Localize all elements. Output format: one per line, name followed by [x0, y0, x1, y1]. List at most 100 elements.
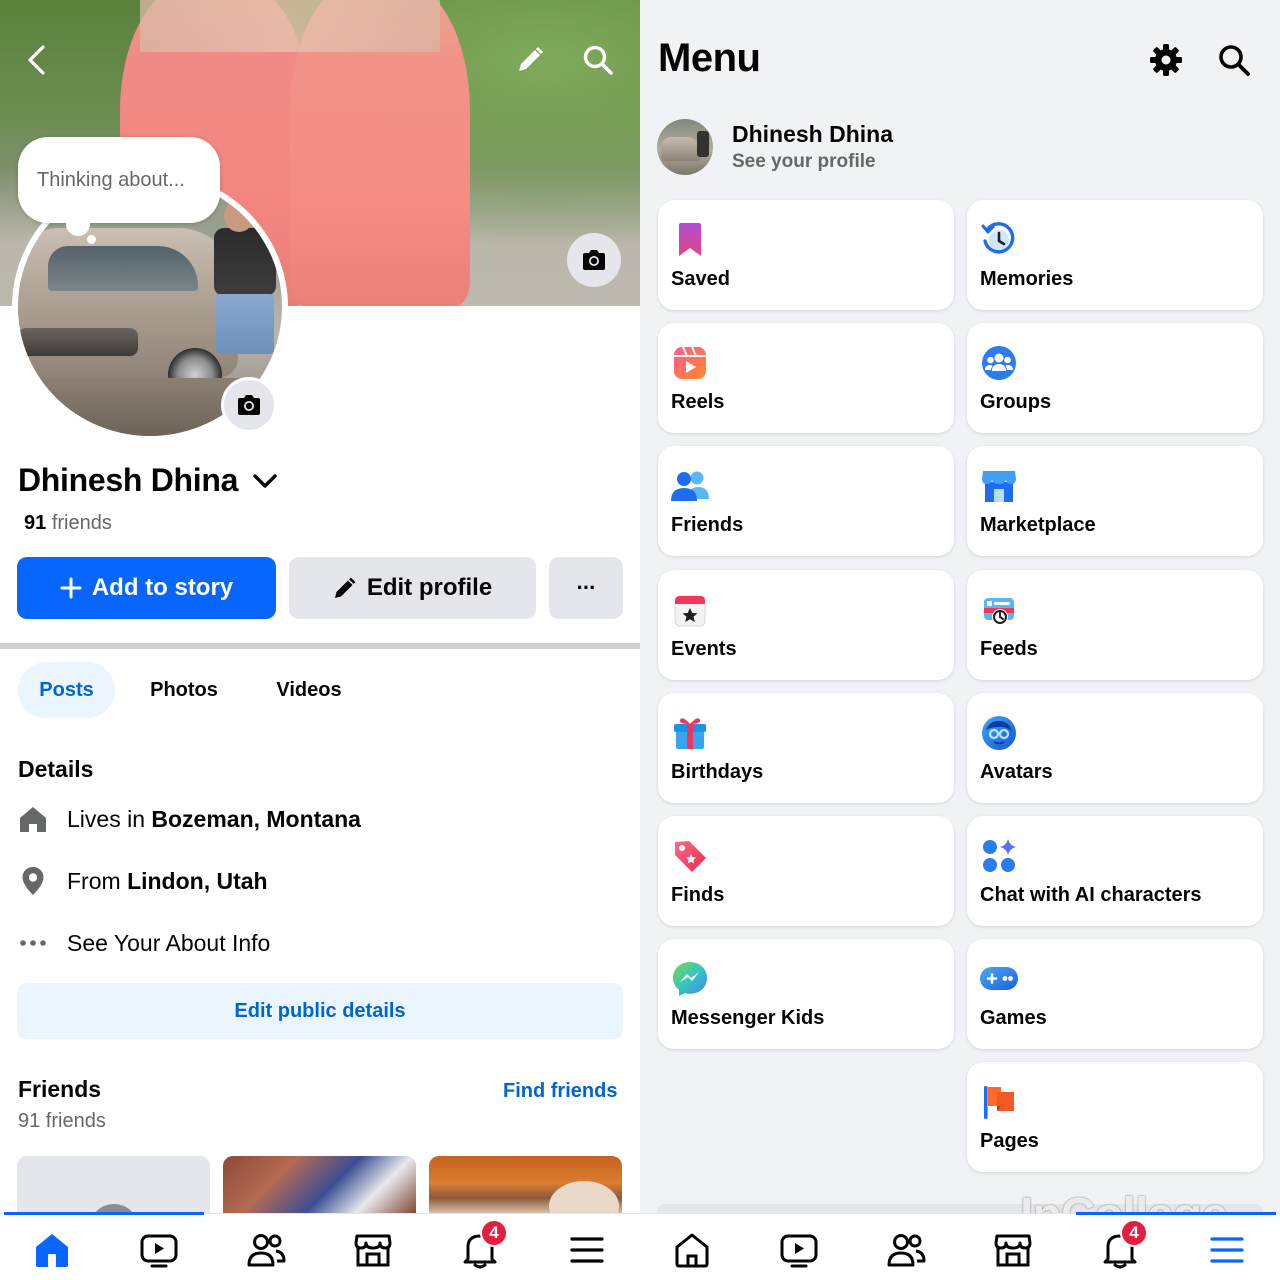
menu-item-marketplace-label: Marketplace: [980, 514, 1096, 536]
profile-camera-button[interactable]: [221, 377, 277, 433]
nav-marketplace[interactable]: [351, 1228, 395, 1272]
find-friends-link[interactable]: Find friends: [503, 1080, 617, 1103]
home-icon: [20, 807, 46, 832]
settings-button[interactable]: [1146, 40, 1186, 80]
friends-count[interactable]: 91 friends: [24, 512, 112, 535]
menu-item-groups-label: Groups: [980, 391, 1052, 413]
detail-from: From Lindon, Utah: [18, 861, 268, 901]
nav-active-indicator: [4, 1212, 204, 1215]
menu-search-button[interactable]: [1214, 40, 1254, 80]
section-divider: [0, 643, 640, 649]
menu-profile-subtitle: See your profile: [732, 151, 876, 172]
menu-item-pages-label: Pages: [980, 1130, 1039, 1152]
menu-item-ai-chat[interactable]: Chat with AI characters: [967, 816, 1263, 926]
edit-public-details-button[interactable]: Edit public details: [17, 983, 623, 1039]
nav-friends[interactable]: [244, 1228, 288, 1272]
menu-item-feeds[interactable]: Feeds: [967, 570, 1263, 680]
nav-marketplace[interactable]: [991, 1228, 1035, 1272]
messenger-kids-icon: [673, 962, 707, 996]
menu-item-friends[interactable]: Friends: [658, 446, 954, 556]
search-button[interactable]: [574, 36, 622, 84]
menu-icon: [1210, 1237, 1244, 1263]
tab-videos[interactable]: Videos: [254, 662, 364, 718]
menu-item-reels[interactable]: Reels: [658, 323, 954, 433]
friends-count-number: 91: [24, 512, 47, 534]
see-about-info-link[interactable]: See Your About Info: [18, 923, 270, 963]
menu-item-finds[interactable]: Finds: [658, 816, 954, 926]
friends-icon: [247, 1234, 286, 1267]
menu-item-reels-label: Reels: [671, 391, 725, 413]
notification-badge: 4: [1120, 1219, 1148, 1247]
more-options-button[interactable]: ···: [549, 557, 623, 619]
marketplace-icon: [354, 1234, 392, 1267]
cover-camera-button[interactable]: [567, 233, 621, 287]
home-icon: [675, 1233, 709, 1268]
pencil-icon: [519, 46, 544, 71]
menu-item-avatars[interactable]: Avatars: [967, 693, 1263, 803]
nav-notifications[interactable]: 4: [1098, 1219, 1148, 1272]
nav-home[interactable]: [670, 1228, 714, 1272]
edit-profile-button[interactable]: Edit profile: [289, 557, 536, 619]
detail-lives-in: Lives in Bozeman, Montana: [18, 799, 361, 839]
nav-notifications[interactable]: 4: [458, 1219, 508, 1272]
menu-item-games-label: Games: [980, 1007, 1047, 1029]
menu-item-events[interactable]: Events: [658, 570, 954, 680]
menu-profile-link[interactable]: Dhinesh Dhina See your profile: [657, 118, 893, 176]
nav-home[interactable]: [30, 1228, 74, 1272]
menu-item-pages[interactable]: Pages: [967, 1062, 1263, 1172]
menu-item-birthdays[interactable]: Birthdays: [658, 693, 954, 803]
menu-item-feeds-label: Feeds: [980, 638, 1038, 660]
video-icon: [780, 1234, 818, 1268]
menu-item-games[interactable]: Games: [967, 939, 1263, 1049]
menu-item-saved[interactable]: Saved: [658, 200, 954, 310]
finds-icon: [675, 841, 706, 872]
bottom-navigation: 4: [640, 1212, 1280, 1280]
menu-item-marketplace[interactable]: Marketplace: [967, 446, 1263, 556]
pencil-icon: [334, 577, 356, 598]
from-prefix: From: [67, 867, 128, 894]
tab-photos[interactable]: Photos: [130, 662, 238, 718]
menu-item-ai-chat-label: Chat with AI characters: [980, 884, 1202, 906]
tab-videos-label: Videos: [276, 678, 342, 701]
lives-in-prefix: Lives in: [67, 805, 152, 832]
friend-thumbnail[interactable]: [223, 1156, 416, 1216]
plus-icon: [60, 577, 82, 599]
menu-item-friends-label: Friends: [671, 514, 744, 536]
ai-chat-icon: [983, 839, 1016, 872]
notification-badge: 4: [480, 1219, 508, 1247]
nav-friends[interactable]: [884, 1228, 928, 1272]
profile-name-switcher[interactable]: Dhinesh Dhina: [18, 462, 278, 499]
pages-icon: [984, 1086, 1014, 1119]
menu-item-groups[interactable]: Groups: [967, 323, 1263, 433]
thought-placeholder: Thinking about...: [37, 168, 185, 191]
more-options-icon: ···: [576, 575, 597, 600]
menu-item-avatars-label: Avatars: [980, 761, 1053, 783]
friend-thumbnail[interactable]: [429, 1156, 622, 1216]
events-icon: [674, 595, 706, 627]
friends-subcount: 91 friends: [18, 1110, 106, 1132]
chevron-left-icon: [28, 45, 45, 75]
add-to-story-label: Add to story: [91, 574, 234, 601]
friend-thumbnail[interactable]: [17, 1156, 210, 1216]
lives-in-place: Bozeman, Montana: [151, 805, 361, 832]
add-to-story-button[interactable]: Add to story: [17, 557, 276, 619]
search-icon: [583, 45, 613, 75]
back-button[interactable]: [12, 36, 60, 84]
tab-posts[interactable]: Posts: [18, 662, 115, 718]
menu-item-memories[interactable]: Memories: [967, 200, 1263, 310]
profile-name: Dhinesh Dhina: [18, 462, 239, 498]
memories-icon: [981, 222, 1015, 254]
birthdays-icon: [674, 718, 706, 749]
thought-bubble-tail: [66, 212, 90, 236]
nav-menu[interactable]: [565, 1228, 609, 1272]
avatar: [657, 119, 713, 175]
nav-menu[interactable]: [1205, 1228, 1249, 1272]
edit-cover-button[interactable]: [506, 36, 554, 84]
menu-item-birthdays-label: Birthdays: [671, 761, 764, 783]
thought-bubble[interactable]: Thinking about...: [18, 137, 220, 223]
nav-video[interactable]: [137, 1228, 181, 1272]
video-icon: [140, 1234, 178, 1268]
bottom-navigation: 4: [0, 1212, 640, 1280]
menu-item-messenger-kids[interactable]: Messenger Kids: [658, 939, 954, 1049]
nav-video[interactable]: [777, 1228, 821, 1272]
